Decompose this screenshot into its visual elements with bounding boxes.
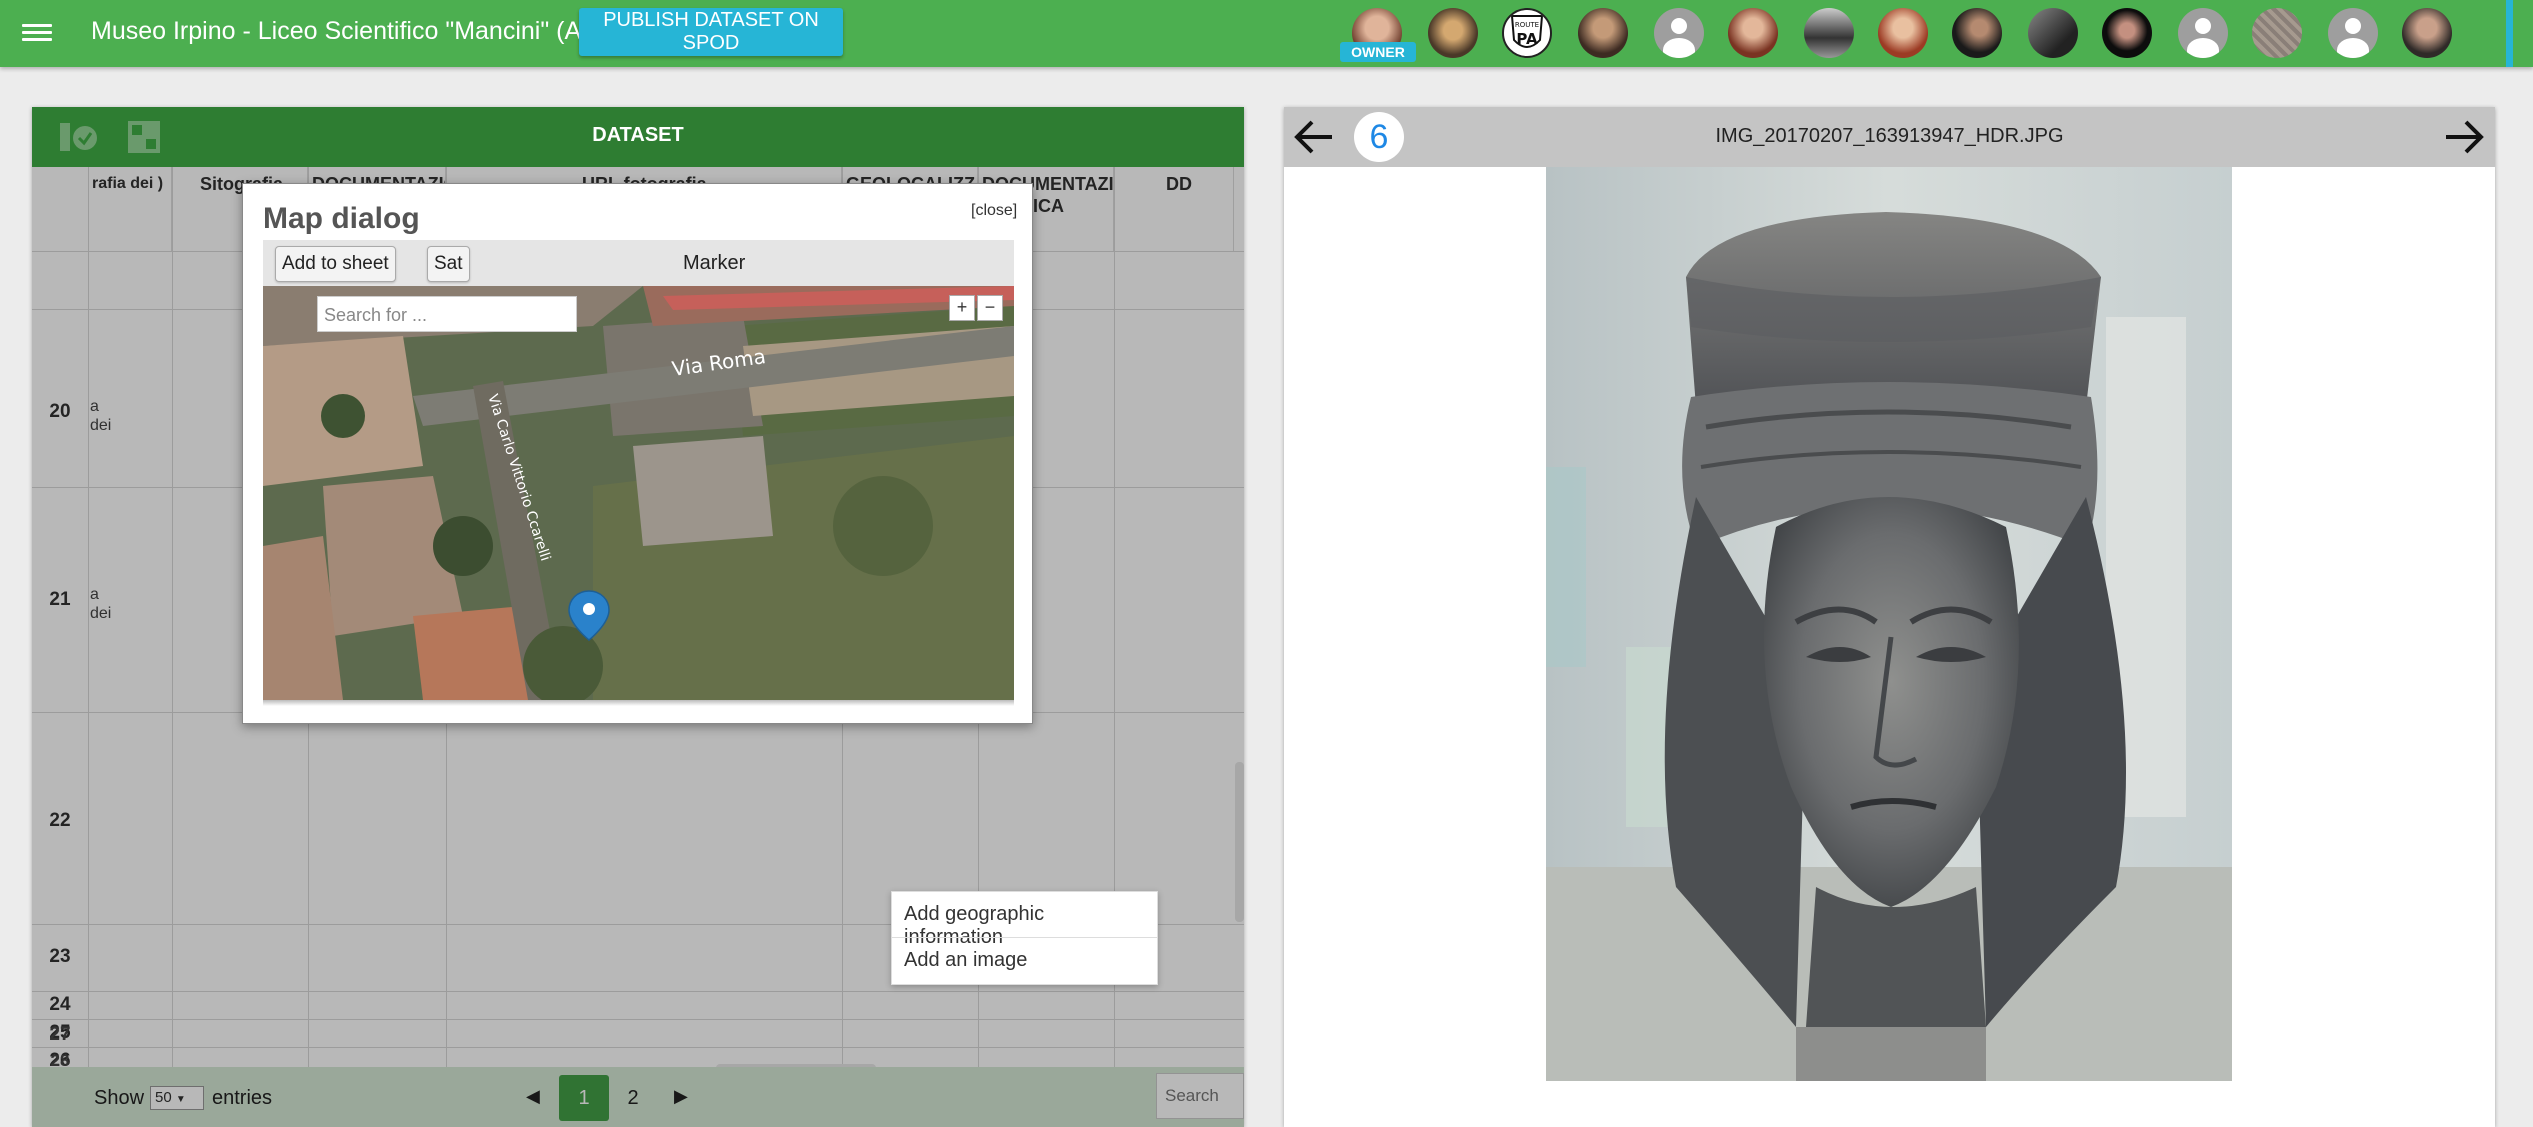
scrollbar[interactable] [2506,0,2513,67]
footer-overlay [32,1067,1244,1127]
map-toolbar: Add to sheet Sat Marker [263,240,1014,288]
avatar[interactable] [2328,8,2378,58]
image-header: 6 IMG_20170207_163913947_HDR.JPG [1284,107,2495,167]
zoom-out-button[interactable]: − [977,295,1003,321]
menu-item-add-image[interactable]: Add an image [892,938,1157,982]
arrow-right-icon[interactable] [2442,117,2486,157]
avatar[interactable] [1654,8,1704,58]
image-filename: IMG_20170207_163913947_HDR.JPG [1715,125,2064,147]
avatar[interactable] [2252,8,2302,58]
svg-text:PA: PA [1516,30,1538,48]
avatar[interactable]: ROUTE PA [1502,8,1552,58]
avatar[interactable] [1578,8,1628,58]
scrollbar[interactable] [1235,762,1244,922]
close-link[interactable]: [close] [971,202,1017,220]
route-pa-logo-icon: ROUTE PA [1510,15,1544,48]
marker-label: Marker [683,252,746,274]
map-dialog: Map dialog [close] Add to sheet Sat Mark… [242,183,1033,724]
avatar[interactable] [1428,8,1478,58]
dataset-header: DATASET [32,107,1244,167]
satellite-map: Via Roma Via Carlo Vittorio Ccarelli [263,286,1014,700]
top-app-bar: Museo Irpino - Liceo Scientifico "Mancin… [0,0,2533,67]
artifact-photo [1546,167,2232,1081]
table-footer: 27 28 Show 50 ▼ entries ◀ 1 2 ▶ Search [32,1024,1244,1127]
owner-badge: OWNER [1340,42,1416,62]
dataset-title: DATASET [592,124,684,146]
avatar[interactable] [2402,8,2452,58]
menu-item-add-geographic-information[interactable]: Add geographic information [892,892,1157,948]
svg-text:ROUTE: ROUTE [1515,21,1539,29]
satellite-toggle-button[interactable]: Sat [427,246,470,282]
avatar[interactable] [1878,8,1928,58]
avatar[interactable] [1804,8,1854,58]
map-view[interactable]: Via Roma Via Carlo Vittorio Ccarelli Sea… [263,286,1014,700]
app-title: Museo Irpino - Liceo Scientifico "Mancin… [91,17,602,45]
avatar[interactable] [1952,8,2002,58]
dialog-title: Map dialog [263,202,420,235]
image-viewer-panel: 6 IMG_20170207_163913947_HDR.JPG [1284,107,2495,1127]
map-divider [263,700,1014,706]
avatar[interactable] [2178,8,2228,58]
context-menu: Add geographic information Add an image [891,891,1158,985]
zoom-in-button[interactable]: + [949,295,975,321]
avatar[interactable] [2028,8,2078,58]
avatar[interactable] [1728,8,1778,58]
row-number[interactable]: 27 [32,1024,88,1046]
add-to-sheet-button[interactable]: Add to sheet [275,246,396,282]
avatar[interactable] [2102,8,2152,58]
publish-dataset-button[interactable]: PUBLISH DATASET ON SPOD [579,8,843,56]
map-search-input[interactable]: Search for ... [317,296,577,332]
hamburger-menu-icon[interactable] [22,20,52,46]
